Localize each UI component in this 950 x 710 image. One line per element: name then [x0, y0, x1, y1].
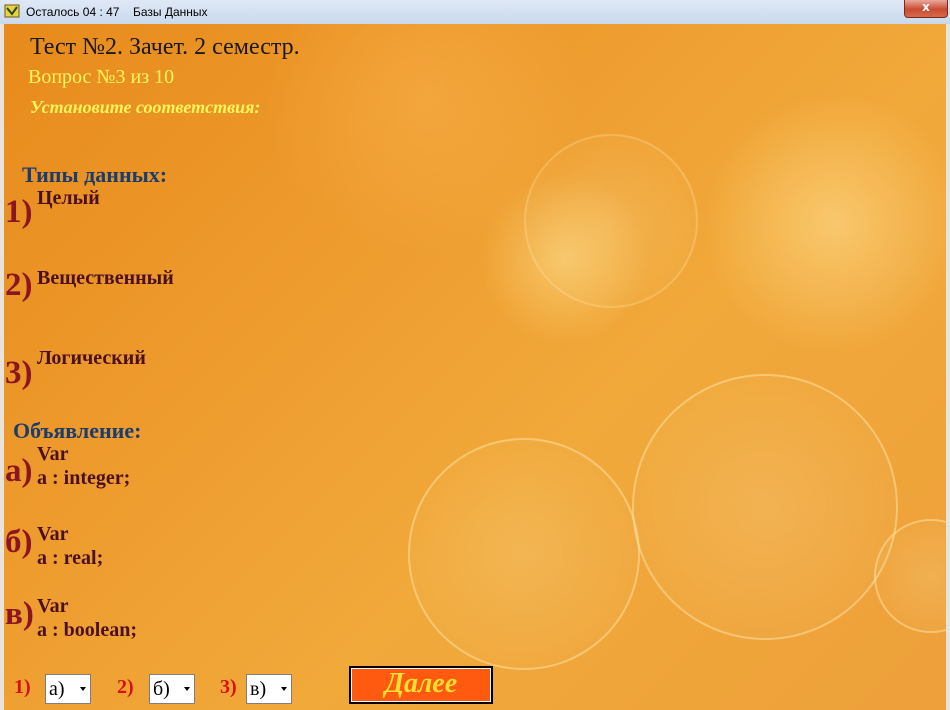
close-button[interactable]: x: [904, 0, 948, 18]
answer-label-1: 1): [14, 676, 31, 698]
declarations-heading: Объявление:: [13, 418, 142, 443]
close-icon: x: [922, 0, 930, 14]
chevron-down-icon: [184, 687, 190, 691]
decl-item-a-line2: a : integer;: [37, 467, 131, 489]
decl-item-c-line2: a : boolean;: [37, 619, 137, 641]
decl-item-a-line1: Var: [37, 443, 69, 465]
next-button[interactable]: Далее: [349, 666, 493, 704]
answer-select-1[interactable]: а): [45, 674, 91, 704]
decl-marker-c: в): [5, 596, 34, 632]
background-decoration: [632, 374, 898, 640]
answer-select-2[interactable]: б): [149, 674, 195, 704]
decl-marker-b: б): [5, 524, 33, 560]
background-decoration: [524, 134, 698, 308]
test-title: Тест №2. Зачет. 2 семестр.: [30, 34, 300, 60]
types-heading: Типы данных:: [22, 162, 168, 187]
window-title: Базы Данных: [133, 5, 208, 19]
window-title-bar: Осталось 04 : 47 Базы Данных x: [0, 0, 950, 24]
app-icon: [4, 4, 20, 18]
instruction: Установите соответствия:: [30, 97, 261, 117]
answer-select-1-value: а): [49, 678, 65, 700]
type-marker-3: 3): [5, 355, 33, 391]
timer-label: Осталось 04 : 47: [26, 5, 120, 19]
test-window: Тест №2. Зачет. 2 семестр. Вопрос №3 из …: [4, 24, 946, 710]
type-marker-2: 2): [5, 267, 33, 303]
decl-marker-a: а): [5, 453, 33, 489]
answer-label-2: 2): [117, 676, 134, 698]
answer-label-3: 3): [220, 676, 237, 698]
answer-select-3-value: в): [250, 678, 267, 700]
type-item-2: Вещественный: [37, 267, 174, 289]
type-item-1: Целый: [37, 187, 100, 209]
decl-item-b-line2: a : real;: [37, 547, 104, 569]
type-item-3: Логический: [37, 347, 146, 369]
question-counter: Вопрос №3 из 10: [28, 66, 175, 88]
decl-item-c-line1: Var: [37, 595, 69, 617]
decl-item-b-line1: Var: [37, 523, 69, 545]
chevron-down-icon: [80, 687, 86, 691]
background-decoration: [408, 438, 640, 670]
answer-select-3[interactable]: в): [246, 674, 292, 704]
type-marker-1: 1): [5, 194, 33, 230]
answer-select-2-value: б): [153, 678, 170, 700]
chevron-down-icon: [281, 687, 287, 691]
